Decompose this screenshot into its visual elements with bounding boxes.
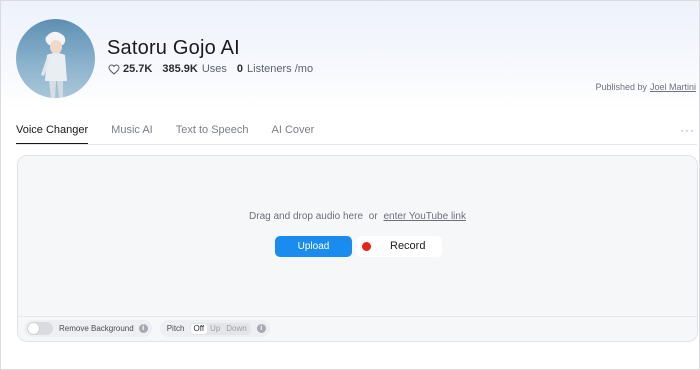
likes-count: 25.7K — [123, 63, 153, 75]
tab-divider — [16, 144, 697, 145]
uses-count: 385.9K — [162, 63, 198, 75]
pitch-selector: Off Up Down — [189, 322, 251, 335]
dropzone-text: Drag and drop audio here — [249, 211, 364, 222]
more-horizontal-icon[interactable]: ··· — [680, 123, 695, 137]
record-label: Record — [390, 240, 426, 252]
info-icon[interactable]: i — [256, 324, 266, 333]
profile-title: Satoru Gojo AI — [107, 37, 240, 59]
heart-icon[interactable] — [108, 63, 120, 75]
options-bar: Remove Background i Pitch Off Up Down i — [24, 320, 278, 337]
tab-text-to-speech[interactable]: Text to Speech — [176, 119, 249, 145]
pitch-option-down[interactable]: Down — [223, 324, 249, 334]
voice-changer-panel: Drag and drop audio here or enter YouTub… — [17, 155, 698, 342]
dropzone-or: or — [368, 211, 378, 222]
listeners-count: 0 — [236, 63, 244, 75]
tab-voice-changer[interactable]: Voice Changer — [16, 119, 89, 145]
published-by: Published by Joel Martini — [595, 82, 696, 92]
remove-background-toggle[interactable] — [27, 322, 53, 335]
avatar-illustration — [41, 31, 67, 98]
avatar — [16, 19, 95, 98]
uses-label: Uses — [201, 63, 227, 75]
profile-header: Satoru Gojo AI 25.7K 385.9K Uses 0 Liste… — [1, 1, 699, 109]
page: Satoru Gojo AI 25.7K 385.9K Uses 0 Liste… — [0, 0, 700, 370]
author-link[interactable]: Joel Martini — [650, 82, 696, 92]
tab-music-ai[interactable]: Music AI — [111, 119, 153, 145]
record-button[interactable]: Record — [356, 236, 442, 257]
dropzone[interactable]: Drag and drop audio here or enter YouTub… — [18, 211, 697, 222]
pitch-option-up[interactable]: Up — [207, 324, 223, 334]
tab-ai-cover[interactable]: AI Cover — [272, 119, 315, 145]
record-dot-icon — [362, 242, 371, 251]
tab-bar: Voice Changer Music AI Text to Speech AI… — [16, 119, 337, 145]
listeners-label: Listeners /mo — [247, 63, 314, 75]
published-label: Published by — [595, 82, 647, 92]
remove-background-group: Remove Background i — [24, 320, 152, 337]
youtube-link[interactable]: enter YouTube link — [383, 211, 465, 222]
options-divider — [18, 316, 697, 317]
pitch-option-off[interactable]: Off — [190, 323, 208, 334]
upload-button[interactable]: Upload — [275, 236, 352, 257]
profile-stats: 25.7K 385.9K Uses 0 Listeners /mo — [108, 63, 313, 75]
info-icon[interactable]: i — [138, 324, 148, 333]
pitch-group: Pitch Off Up Down i — [159, 320, 270, 337]
remove-background-label: Remove Background — [59, 324, 134, 333]
pitch-label: Pitch — [166, 324, 185, 333]
